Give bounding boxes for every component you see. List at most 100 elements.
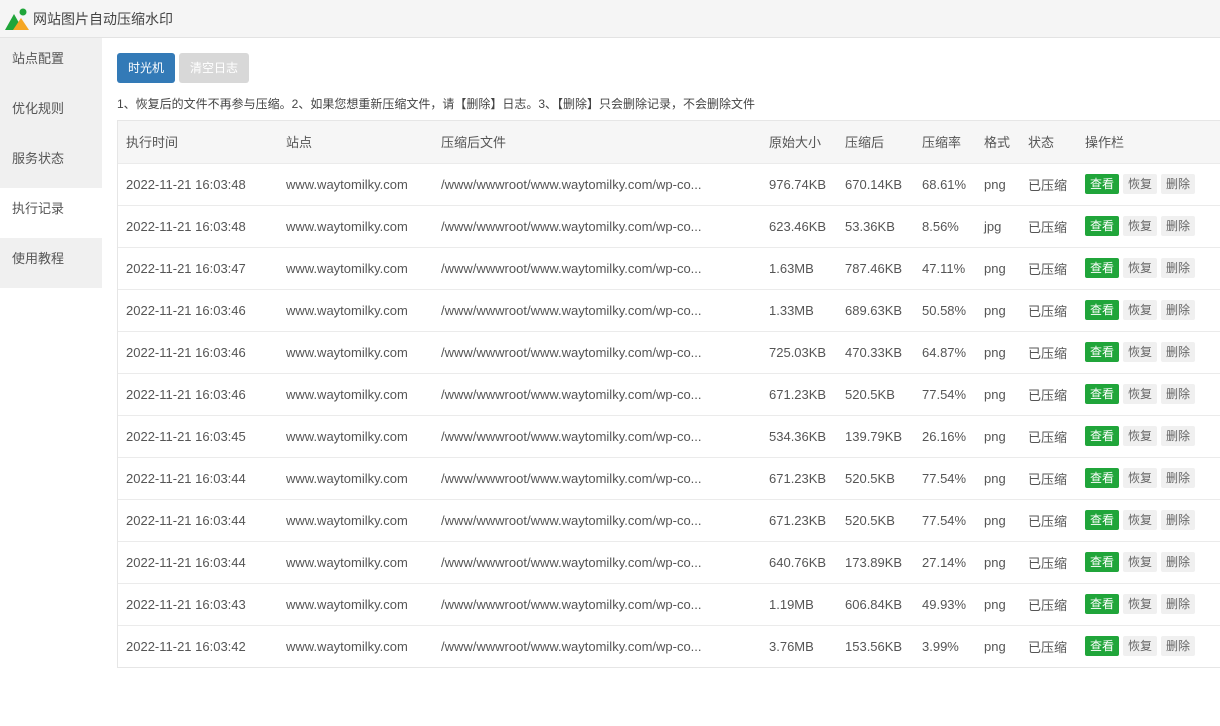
view-button[interactable]: 查看: [1085, 258, 1120, 278]
restore-button[interactable]: 恢复: [1123, 510, 1158, 530]
table-cell: png: [984, 176, 1006, 192]
view-button[interactable]: 查看: [1085, 300, 1120, 320]
delete-button[interactable]: 删除: [1161, 300, 1196, 320]
sidebar-item-site-config[interactable]: 站点配置: [0, 38, 102, 88]
table-row: 2022-11-21 16:03:44 www.waytomilky.com/ww…: [118, 457, 1220, 499]
clear-log-button[interactable]: 清空日志: [179, 53, 249, 83]
delete-button[interactable]: 删除: [1161, 258, 1196, 278]
view-button[interactable]: 查看: [1085, 216, 1120, 236]
restore-button[interactable]: 恢复: [1123, 384, 1158, 404]
sidebar-item-tutorial[interactable]: 使用教程: [0, 238, 102, 288]
view-button[interactable]: 查看: [1085, 174, 1120, 194]
table-cell: www.waytomilky.com: [286, 638, 408, 654]
view-button[interactable]: 查看: [1085, 594, 1120, 614]
restore-button[interactable]: 恢复: [1123, 258, 1158, 278]
table-cell: 520.5KB: [845, 470, 895, 486]
table-cell: 2022-11-21 16:03:48: [126, 176, 246, 192]
table-cell: 2022-11-21 16:03:44: [126, 512, 246, 528]
delete-button[interactable]: 删除: [1161, 342, 1196, 362]
view-button[interactable]: 查看: [1085, 636, 1120, 657]
delete-button[interactable]: 删除: [1161, 426, 1196, 446]
table-row: 2022-11-21 16:03:42 www.waytomilky.com/ww…: [118, 625, 1220, 667]
column-header: 格式: [984, 135, 1011, 151]
restore-button[interactable]: 恢复: [1123, 216, 1158, 236]
view-button[interactable]: 查看: [1085, 552, 1120, 572]
table-cell: 26.16%: [922, 428, 967, 444]
table-cell: 1.19MB: [769, 596, 814, 612]
restore-button[interactable]: 恢复: [1123, 594, 1158, 614]
table-cell: www.waytomilky.com: [286, 218, 408, 234]
table-cell: 2022-11-21 16:03:46: [126, 386, 246, 402]
view-button[interactable]: 查看: [1085, 426, 1120, 446]
restore-button[interactable]: 恢复: [1123, 174, 1158, 194]
main-panel: 时光机 清空日志 1、恢复后的文件不再参与压缩。2、如果您想重新压缩文件，请【删…: [117, 38, 1220, 726]
delete-button[interactable]: 删除: [1161, 594, 1196, 614]
table-cell: 已压缩: [1028, 219, 1068, 235]
table-cell: 64.87%: [922, 344, 967, 360]
table-cell: /www/wwwroot/www.waytomilky.com/wp-co...: [441, 386, 702, 402]
row-actions: 查看 恢复 删除: [1077, 205, 1220, 247]
table-cell: 173.89KB: [845, 554, 903, 570]
restore-button[interactable]: 恢复: [1123, 552, 1158, 572]
table-cell: 77.54%: [922, 512, 967, 528]
table-cell: 已压缩: [1028, 639, 1068, 655]
delete-button[interactable]: 删除: [1161, 174, 1196, 194]
table-cell: /www/wwwroot/www.waytomilky.com/wp-co...: [441, 302, 702, 318]
table-cell: 已压缩: [1028, 513, 1068, 529]
delete-button[interactable]: 删除: [1161, 636, 1196, 657]
delete-button[interactable]: 删除: [1161, 216, 1196, 236]
table-row: 2022-11-21 16:03:43 www.waytomilky.com/ww…: [118, 583, 1220, 625]
table-cell: www.waytomilky.com: [286, 470, 408, 486]
sidebar-item-exec-log[interactable]: 执行记录: [0, 188, 102, 238]
table-cell: png: [984, 428, 1006, 444]
table-cell: 50.58%: [922, 302, 967, 318]
table-cell: 623.46KB: [769, 218, 827, 234]
restore-button[interactable]: 恢复: [1123, 636, 1158, 657]
row-actions: 查看 恢复 删除: [1077, 163, 1220, 205]
view-button[interactable]: 查看: [1085, 468, 1120, 488]
app-title: 网站图片自动压缩水印: [33, 10, 173, 27]
restore-button[interactable]: 恢复: [1123, 468, 1158, 488]
table-cell: png: [984, 470, 1006, 486]
table-cell: 2022-11-21 16:03:42: [126, 638, 246, 654]
table-cell: 2022-11-21 16:03:43: [126, 596, 246, 612]
table-cell: /www/wwwroot/www.waytomilky.com/wp-co...: [441, 428, 702, 444]
table-cell: 671.23KB: [769, 512, 827, 528]
view-button[interactable]: 查看: [1085, 342, 1120, 362]
table-cell: 787.46KB: [845, 260, 903, 276]
table-cell: png: [984, 554, 1006, 570]
table-row: 2022-11-21 16:03:46 www.waytomilky.com/ww…: [118, 289, 1220, 331]
column-header: 执行时间: [126, 135, 179, 151]
table-cell: 606.84KB: [845, 596, 903, 612]
view-button[interactable]: 查看: [1085, 510, 1120, 530]
table-cell: 68.61%: [922, 176, 967, 192]
delete-button[interactable]: 删除: [1161, 468, 1196, 488]
table-cell: 2022-11-21 16:03:47: [126, 260, 246, 276]
table-cell: www.waytomilky.com: [286, 260, 408, 276]
time-machine-button[interactable]: 时光机: [117, 53, 175, 83]
restore-button[interactable]: 恢复: [1123, 342, 1158, 362]
table-cell: png: [984, 302, 1006, 318]
table-cell: 534.36KB: [769, 428, 827, 444]
delete-button[interactable]: 删除: [1161, 384, 1196, 404]
toolbar: 时光机 清空日志: [117, 53, 249, 83]
table-cell: 47.11%: [922, 260, 966, 276]
table-cell: 已压缩: [1028, 345, 1068, 361]
table-cell: /www/wwwroot/www.waytomilky.com/wp-co...: [441, 554, 702, 570]
restore-button[interactable]: 恢复: [1123, 426, 1158, 446]
sidebar-item-optimize-rules[interactable]: 优化规则: [0, 88, 102, 138]
restore-button[interactable]: 恢复: [1123, 300, 1158, 320]
table-cell: 1.33MB: [769, 302, 814, 318]
table-cell: www.waytomilky.com: [286, 344, 408, 360]
column-header: 站点: [286, 135, 313, 151]
table-cell: 已压缩: [1028, 429, 1068, 445]
table-cell: www.waytomilky.com: [286, 554, 408, 570]
row-actions: 查看 恢复 删除: [1077, 541, 1220, 583]
delete-button[interactable]: 删除: [1161, 510, 1196, 530]
column-header: 状态: [1028, 135, 1055, 151]
delete-button[interactable]: 删除: [1161, 552, 1196, 572]
column-header: 压缩后: [845, 135, 885, 151]
sidebar-item-service-status[interactable]: 服务状态: [0, 138, 102, 188]
view-button[interactable]: 查看: [1085, 384, 1120, 404]
table-cell: 671.23KB: [769, 386, 827, 402]
